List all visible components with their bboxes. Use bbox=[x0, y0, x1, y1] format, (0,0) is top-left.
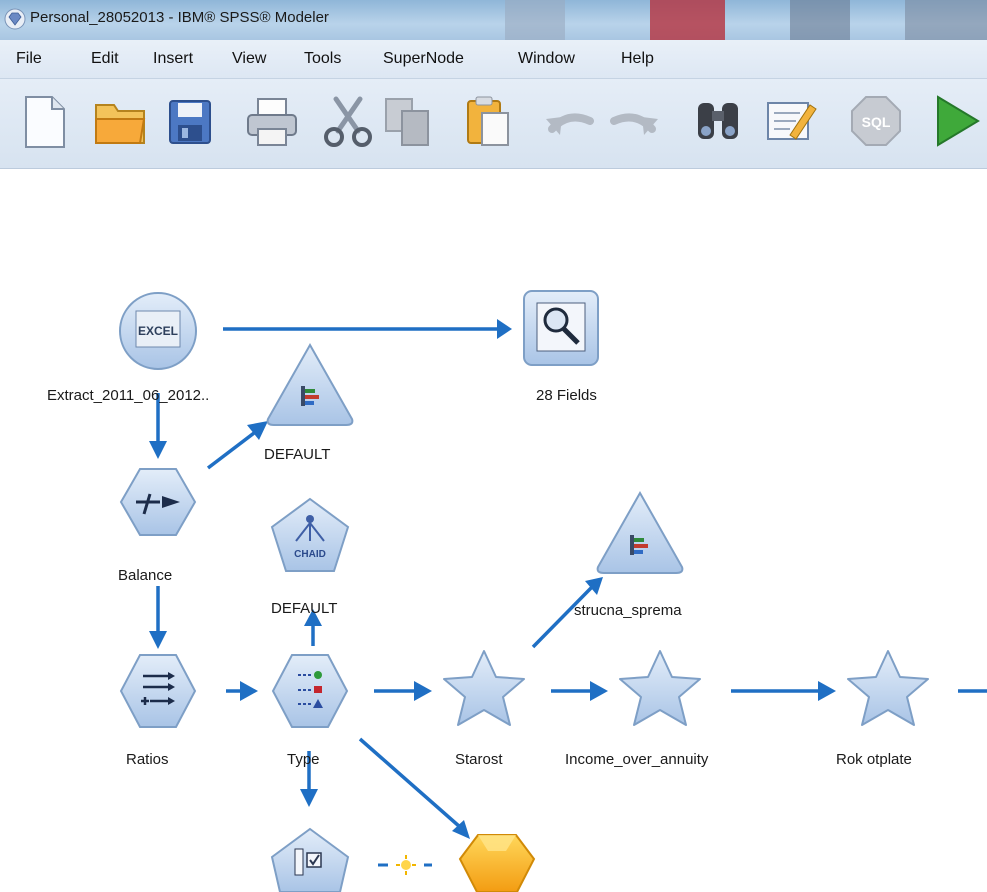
menu-view[interactable]: View bbox=[232, 50, 266, 68]
sql-icon[interactable]: SQL bbox=[846, 91, 906, 151]
title-bar: Personal_28052013 - IBM® SPSS® Modeler bbox=[0, 0, 987, 40]
graph-default-node[interactable] bbox=[266, 342, 354, 426]
rok-node-label: Rok otplate bbox=[836, 751, 912, 768]
annotate-icon[interactable] bbox=[760, 91, 820, 151]
starost-node-label: Starost bbox=[455, 751, 503, 768]
redo-icon[interactable] bbox=[604, 91, 664, 151]
stream-diagram: EXCEL CHAID bbox=[119, 290, 987, 892]
copy-icon[interactable] bbox=[378, 91, 438, 151]
excel-node-label: Extract_2011_06_2012.. bbox=[47, 387, 210, 404]
chaid-node-label: DEFAULT bbox=[271, 600, 338, 617]
menu-help[interactable]: Help bbox=[621, 50, 654, 68]
ratios-node[interactable] bbox=[119, 654, 197, 728]
window-title: Personal_28052013 - IBM® SPSS® Modeler bbox=[30, 9, 329, 26]
model-nugget-node[interactable] bbox=[458, 834, 536, 892]
paste-icon[interactable] bbox=[458, 91, 518, 151]
new-file-icon[interactable] bbox=[14, 91, 74, 151]
graph-default-label: DEFAULT bbox=[264, 446, 331, 463]
menu-edit[interactable]: Edit bbox=[91, 50, 119, 68]
ratios-node-label: Ratios bbox=[126, 751, 169, 768]
income-node-label: Income_over_annuity bbox=[565, 751, 709, 768]
stream-canvas[interactable]: EXCEL CHAID Extract_2011_06_2012.. 28 Fi… bbox=[0, 169, 987, 892]
type-node-label: Type bbox=[287, 751, 320, 768]
model-link-indicator bbox=[378, 855, 432, 875]
open-folder-icon[interactable] bbox=[90, 91, 150, 151]
menu-window[interactable]: Window bbox=[518, 50, 575, 68]
graph-strucna-label: strucna_sprema bbox=[574, 602, 682, 619]
run-icon[interactable] bbox=[928, 91, 987, 151]
table-node-label: 28 Fields bbox=[536, 387, 597, 404]
select-node[interactable] bbox=[270, 827, 350, 892]
type-node[interactable] bbox=[271, 654, 349, 728]
link-type-model[interactable] bbox=[358, 737, 462, 829]
menu-insert[interactable]: Insert bbox=[153, 50, 193, 68]
menu-bar: File Edit Insert View Tools SuperNode Wi… bbox=[0, 40, 987, 79]
menu-supernode[interactable]: SuperNode bbox=[383, 50, 464, 68]
print-icon[interactable] bbox=[242, 91, 302, 151]
app-icon bbox=[4, 8, 26, 30]
excel-source-node[interactable]: EXCEL bbox=[119, 292, 197, 370]
balance-node[interactable] bbox=[119, 468, 197, 536]
menu-tools[interactable]: Tools bbox=[304, 50, 341, 68]
toolbar: SQL bbox=[0, 79, 987, 169]
rok-derive-node[interactable] bbox=[847, 650, 929, 726]
sql-text: SQL bbox=[862, 114, 891, 130]
table-output-node[interactable] bbox=[523, 290, 599, 366]
starost-derive-node[interactable] bbox=[443, 650, 525, 726]
menu-file[interactable]: File bbox=[16, 50, 42, 68]
cut-icon[interactable] bbox=[318, 91, 378, 151]
undo-icon[interactable] bbox=[540, 91, 600, 151]
save-icon[interactable] bbox=[160, 91, 220, 151]
chaid-badge: CHAID bbox=[294, 549, 326, 560]
excel-badge: EXCEL bbox=[138, 324, 178, 338]
income-derive-node[interactable] bbox=[619, 650, 701, 726]
link-balance-graph[interactable] bbox=[206, 431, 256, 470]
graph-strucna-node[interactable] bbox=[596, 490, 684, 574]
chaid-model-node[interactable]: CHAID bbox=[270, 497, 350, 572]
balance-node-label: Balance bbox=[118, 567, 173, 584]
find-icon[interactable] bbox=[688, 91, 748, 151]
